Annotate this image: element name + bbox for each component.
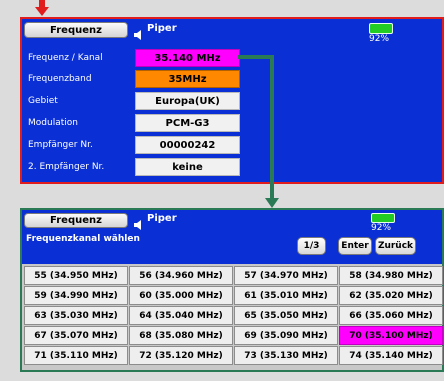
receiver-number-value[interactable]: 00000242 [135,136,240,154]
channel-button[interactable]: 59 (34.990 MHz) [24,286,128,305]
channel-button[interactable]: 58 (34.980 MHz) [339,266,443,285]
channel-button[interactable]: 64 (35.040 MHz) [129,306,233,325]
channel-button[interactable]: 68 (35.080 MHz) [129,326,233,345]
channel-button[interactable]: 74 (35.140 MHz) [339,346,443,365]
frequenz-tab[interactable]: Frequenz [24,22,128,38]
channel-button[interactable]: 67 (35.070 MHz) [24,326,128,345]
row-label-region: Gebiet [28,95,58,106]
back-button[interactable]: Zurück [375,237,416,255]
channel-button[interactable]: 56 (34.960 MHz) [129,266,233,285]
battery-icon [369,23,393,34]
bottom-screen-frame: Frequenz Piper 92% Frequenzkanal wählen … [20,208,444,372]
channel-button[interactable]: 72 (35.120 MHz) [129,346,233,365]
frequency-channel-value[interactable]: 35.140 MHz [135,49,240,67]
row-label-receiver-number: Empfänger Nr. [28,139,93,150]
green-connector-vertical [270,55,274,199]
channel-button[interactable]: 70 (35.100 MHz) [339,326,443,345]
red-arrowhead-icon [35,7,49,16]
green-arrowhead-icon [265,198,279,208]
modulation-value[interactable]: PCM-G3 [135,114,240,132]
channel-button[interactable]: 55 (34.950 MHz) [24,266,128,285]
enter-button[interactable]: Enter [338,237,372,255]
channel-button[interactable]: 63 (35.030 MHz) [24,306,128,325]
channel-button[interactable]: 69 (35.090 MHz) [234,326,338,345]
channel-button[interactable]: 62 (35.020 MHz) [339,286,443,305]
channel-button[interactable]: 57 (34.970 MHz) [234,266,338,285]
frequency-band-value[interactable]: 35MHz [135,70,240,88]
channel-button[interactable]: 71 (35.110 MHz) [24,346,128,365]
battery-percent: 92% [369,34,390,44]
second-receiver-number-value[interactable]: keine [135,158,240,176]
speaker-icon [134,215,144,230]
screen-subtitle: Frequenzkanal wählen [26,234,140,244]
channel-button[interactable]: 65 (35.050 MHz) [234,306,338,325]
row-label-modulation: Modulation [28,117,78,128]
page-indicator-button[interactable]: 1/3 [297,237,326,255]
model-title: Piper [147,23,177,34]
battery-icon [371,213,395,223]
speaker-icon [134,25,144,40]
channel-button[interactable]: 73 (35.130 MHz) [234,346,338,365]
bottom-screen: Frequenz Piper 92% Frequenzkanal wählen … [22,210,442,264]
row-label-frequency-channel: Frequenz / Kanal [28,52,103,63]
row-label-frequency-band: Frequenzband [28,73,92,84]
channel-button[interactable]: 60 (35.000 MHz) [129,286,233,305]
model-title: Piper [147,213,177,224]
green-connector-horizontal [238,55,274,59]
frequenz-tab[interactable]: Frequenz [24,213,128,228]
top-screen-frame: Frequenz Piper 92% Frequenz / Kanal 35.1… [20,17,444,184]
top-screen: Frequenz Piper 92% Frequenz / Kanal 35.1… [22,19,442,182]
row-label-second-receiver-number: 2. Empfänger Nr. [28,161,105,172]
region-value[interactable]: Europa(UK) [135,92,240,110]
battery-percent: 92% [371,223,392,233]
channel-button[interactable]: 61 (35.010 MHz) [234,286,338,305]
channel-button[interactable]: 66 (35.060 MHz) [339,306,443,325]
